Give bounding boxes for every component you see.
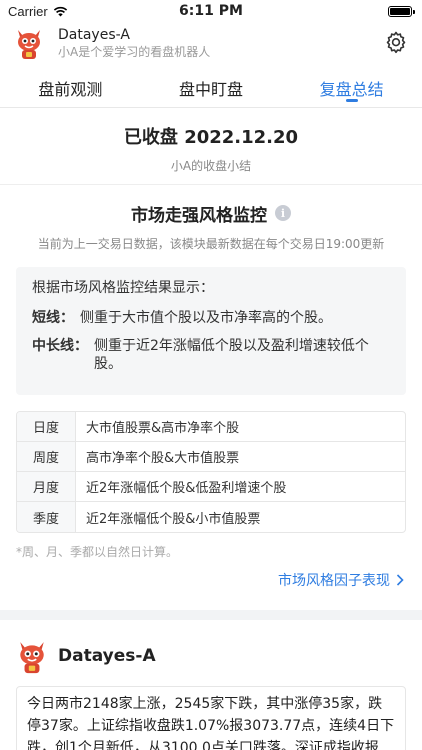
long-term-row: 中长线： 侧重于近2年涨幅低个股以及盈利增速较低个股。: [32, 337, 390, 373]
period-label: 日度: [17, 412, 76, 441]
carrier-label: Carrier: [8, 3, 48, 19]
app-header: Datayes-A 小A是个爱学习的看盘机器人: [0, 22, 422, 64]
bot-header: Datayes-A: [0, 620, 422, 678]
style-monitor-title: 市场走强风格监控: [131, 205, 267, 226]
update-note: 当前为上一交易日数据，该模块最新数据在每个交易日19:00更新: [37, 237, 385, 251]
market-recap: 今日两市2148家上涨，2545家下跌，其中涨停35家，跌停37家。上证综指收盘…: [16, 686, 406, 750]
period-label: 季度: [17, 502, 76, 532]
section-title: 市场走强风格监控 i: [0, 201, 422, 226]
factor-link-label: 市场风格因子表现: [278, 573, 390, 589]
style-summary: 根据市场风格监控结果显示： 短线： 侧重于大市值个股以及市净率高的个股。 中长线…: [16, 267, 406, 395]
period-label: 月度: [17, 472, 76, 501]
chevron-right-icon: [396, 574, 404, 586]
short-term-row: 短线： 侧重于大市值个股以及市净率高的个股。: [32, 309, 390, 327]
summary-heading: 根据市场风格监控结果显示：: [32, 280, 214, 296]
tab-bar: 盘前观测 盘中盯盘 复盘总结: [0, 64, 422, 108]
table-row: 月度 近2年涨幅低个股&低盈利增速个股: [17, 472, 405, 502]
tab-pre-market[interactable]: 盘前观测: [0, 64, 141, 107]
closing-subtitle: 小A的收盘小结: [170, 159, 252, 173]
period-value: 近2年涨幅低个股&低盈利增速个股: [86, 481, 287, 496]
table-row: 日度 大市值股票&高市净率个股: [17, 412, 405, 442]
info-icon[interactable]: i: [275, 205, 291, 221]
tab-review[interactable]: 复盘总结: [281, 64, 422, 107]
mascot-icon: [20, 642, 44, 674]
app-subtitle: 小A是个爱学习的看盘机器人: [58, 44, 211, 59]
closing-title: 已收盘 2022.12.20: [123, 127, 299, 148]
bot-name: Datayes-A: [58, 646, 156, 666]
section-separator: [0, 610, 422, 620]
period-label: 周度: [17, 442, 76, 471]
divider: [0, 184, 422, 185]
period-table: 日度 大市值股票&高市净率个股 周度 高市净率个股&大市值股票 月度 近2年涨幅…: [16, 411, 406, 533]
period-value: 近2年涨幅低个股&小市值股票: [86, 511, 261, 527]
short-term-label: 短线：: [32, 310, 74, 326]
status-bar: Carrier: [0, 0, 422, 22]
table-row: 周度 高市净率个股&大市值股票: [17, 442, 405, 472]
battery-icon: [388, 5, 415, 17]
app-title: Datayes-A: [58, 26, 130, 43]
period-value: 大市值股票&高市净率个股: [86, 421, 240, 436]
long-term-label: 中长线：: [32, 338, 88, 354]
gear-icon[interactable]: [384, 30, 408, 54]
mascot-icon: [18, 30, 40, 59]
footnote: *周、月、季都以自然日计算。: [16, 545, 179, 559]
wifi-icon: [53, 6, 67, 16]
table-row: 季度 近2年涨幅低个股&小市值股票: [17, 502, 405, 532]
long-term-text: 侧重于近2年涨幅低个股以及盈利增速较低个股。: [94, 338, 369, 372]
tab-intraday[interactable]: 盘中盯盘: [141, 64, 282, 107]
period-value: 高市净率个股&大市值股票: [86, 451, 240, 466]
short-term-text: 侧重于大市值个股以及市净率高的个股。: [80, 310, 332, 326]
factor-performance-link[interactable]: 市场风格因子表现: [0, 570, 404, 590]
